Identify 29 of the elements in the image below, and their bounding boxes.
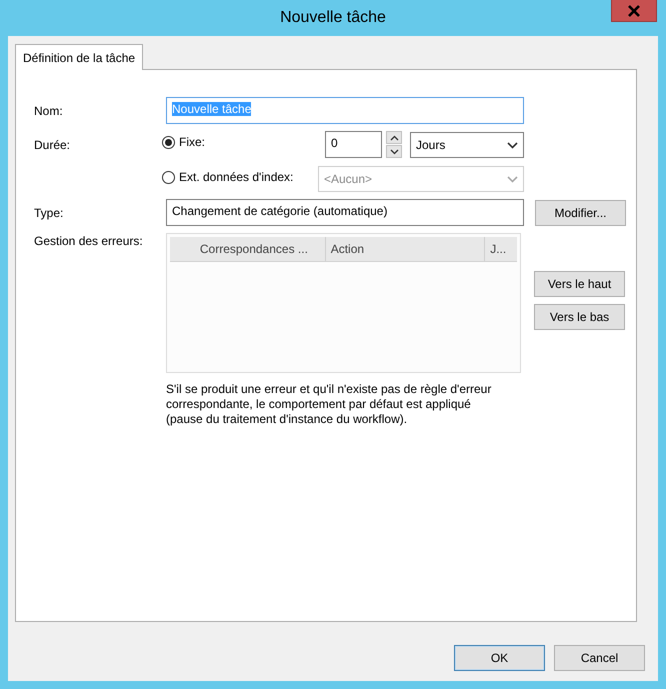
chevron-down-icon (507, 142, 518, 148)
modify-button[interactable]: Modifier... (535, 200, 626, 226)
field-label: Durée: (34, 137, 72, 152)
window-title: Nouvelle tâche (280, 9, 386, 27)
tab[interactable]: Définition de la tâche (15, 44, 144, 70)
dialog-button[interactable]: OK (454, 645, 545, 671)
close-icon (627, 4, 641, 16)
radio-label: Fixe: (179, 135, 206, 149)
chevron-down-icon (390, 148, 398, 154)
dialog-button[interactable]: Cancel (554, 645, 645, 671)
field-label: Type: (34, 205, 64, 220)
field-label: Nom: (34, 103, 64, 118)
column-header[interactable]: J... (485, 237, 517, 261)
radio-label: Ext. données d'index: (179, 170, 294, 184)
number-field[interactable]: 0 (325, 131, 382, 158)
column-header[interactable]: Action (326, 237, 486, 261)
move-button[interactable]: Vers le bas (534, 304, 625, 330)
type-field: Changement de catégorie (automatique) (166, 199, 524, 226)
spin-down-button[interactable] (386, 145, 402, 158)
column-header[interactable]: Correspondances ... (194, 237, 326, 261)
spin-up-button[interactable] (386, 131, 402, 144)
help-text: S'il se produit une erreur et qu'il n'existe pas de règle d'erreur correspondante, le comportement par défaut est appliqué (pause du traitement d'instance du workflow). (166, 382, 492, 427)
move-button[interactable]: Vers le haut (534, 271, 625, 297)
field-label: Gestion des erreurs: (34, 233, 144, 248)
radio-button[interactable] (162, 136, 175, 148)
unit-dropdown[interactable]: Jours (410, 132, 524, 158)
chevron-up-icon (390, 134, 398, 140)
close-button[interactable] (611, 0, 657, 22)
chevron-down-icon (507, 176, 518, 182)
